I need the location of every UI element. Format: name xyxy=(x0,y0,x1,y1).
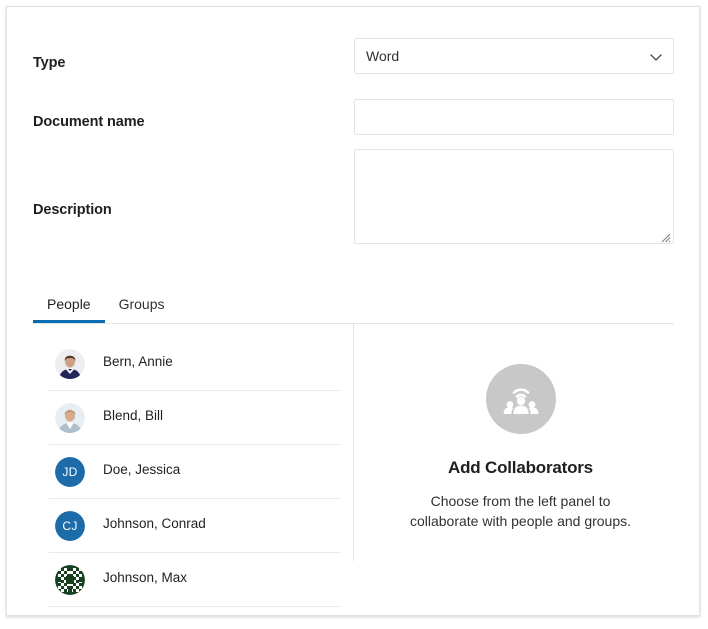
empty-state-description-line1: Choose from the left panel to xyxy=(431,493,611,509)
tab-people-label: People xyxy=(47,296,91,312)
tab-groups-label: Groups xyxy=(119,296,165,312)
document-name-input[interactable] xyxy=(355,100,673,134)
person-name: Bern, Annie xyxy=(103,354,173,369)
type-label: Type xyxy=(33,55,65,71)
empty-state-description: Choose from the left panel to collaborat… xyxy=(367,491,674,531)
avatar-initials-johnson-conrad: CJ xyxy=(55,511,85,541)
person-name: Blend, Bill xyxy=(103,408,163,423)
person-name: Johnson, Conrad xyxy=(103,516,206,531)
person-name: Johnson, Max xyxy=(103,570,187,585)
tab-groups[interactable]: Groups xyxy=(105,285,179,323)
avatar-identicon-johnson-max xyxy=(55,565,85,595)
empty-state-description-line2: collaborate with people and groups. xyxy=(367,511,674,531)
people-list: Bern, Annie Blend, Bill JD Doe, Jessica xyxy=(49,337,341,607)
list-item[interactable]: Blend, Bill xyxy=(49,391,341,445)
list-item[interactable]: Bern, Annie xyxy=(49,337,341,391)
document-name-field[interactable] xyxy=(354,99,674,135)
avatar-initials-doe-jessica: JD xyxy=(55,457,85,487)
type-select-value: Word xyxy=(366,48,399,64)
description-label: Description xyxy=(33,202,112,218)
tab-people[interactable]: People xyxy=(33,285,105,323)
collaborators-icon xyxy=(486,364,556,434)
avatar-initials-text: JD xyxy=(55,457,85,487)
panel-divider xyxy=(353,323,354,561)
description-textarea[interactable] xyxy=(355,150,673,243)
add-collaborators-empty-state: Add Collaborators Choose from the left p… xyxy=(367,337,674,531)
person-name: Doe, Jessica xyxy=(103,462,180,477)
chevron-down-icon xyxy=(649,50,663,64)
avatar-initials-text: CJ xyxy=(55,511,85,541)
description-field[interactable] xyxy=(354,149,674,244)
avatar-photo-blend-bill xyxy=(55,403,85,433)
collaboration-dialog-card: Type Word Document name Description xyxy=(6,6,700,616)
empty-state-title: Add Collaborators xyxy=(367,458,674,478)
collaborator-tabs: People Groups xyxy=(33,285,179,323)
list-item[interactable]: JD Doe, Jessica xyxy=(49,445,341,499)
document-name-label: Document name xyxy=(33,114,145,130)
list-item[interactable]: CJ Johnson, Conrad xyxy=(49,499,341,553)
type-select[interactable]: Word xyxy=(354,38,674,74)
avatar-photo-bern-annie xyxy=(55,349,85,379)
list-item[interactable]: Johnson, Max xyxy=(49,553,341,607)
